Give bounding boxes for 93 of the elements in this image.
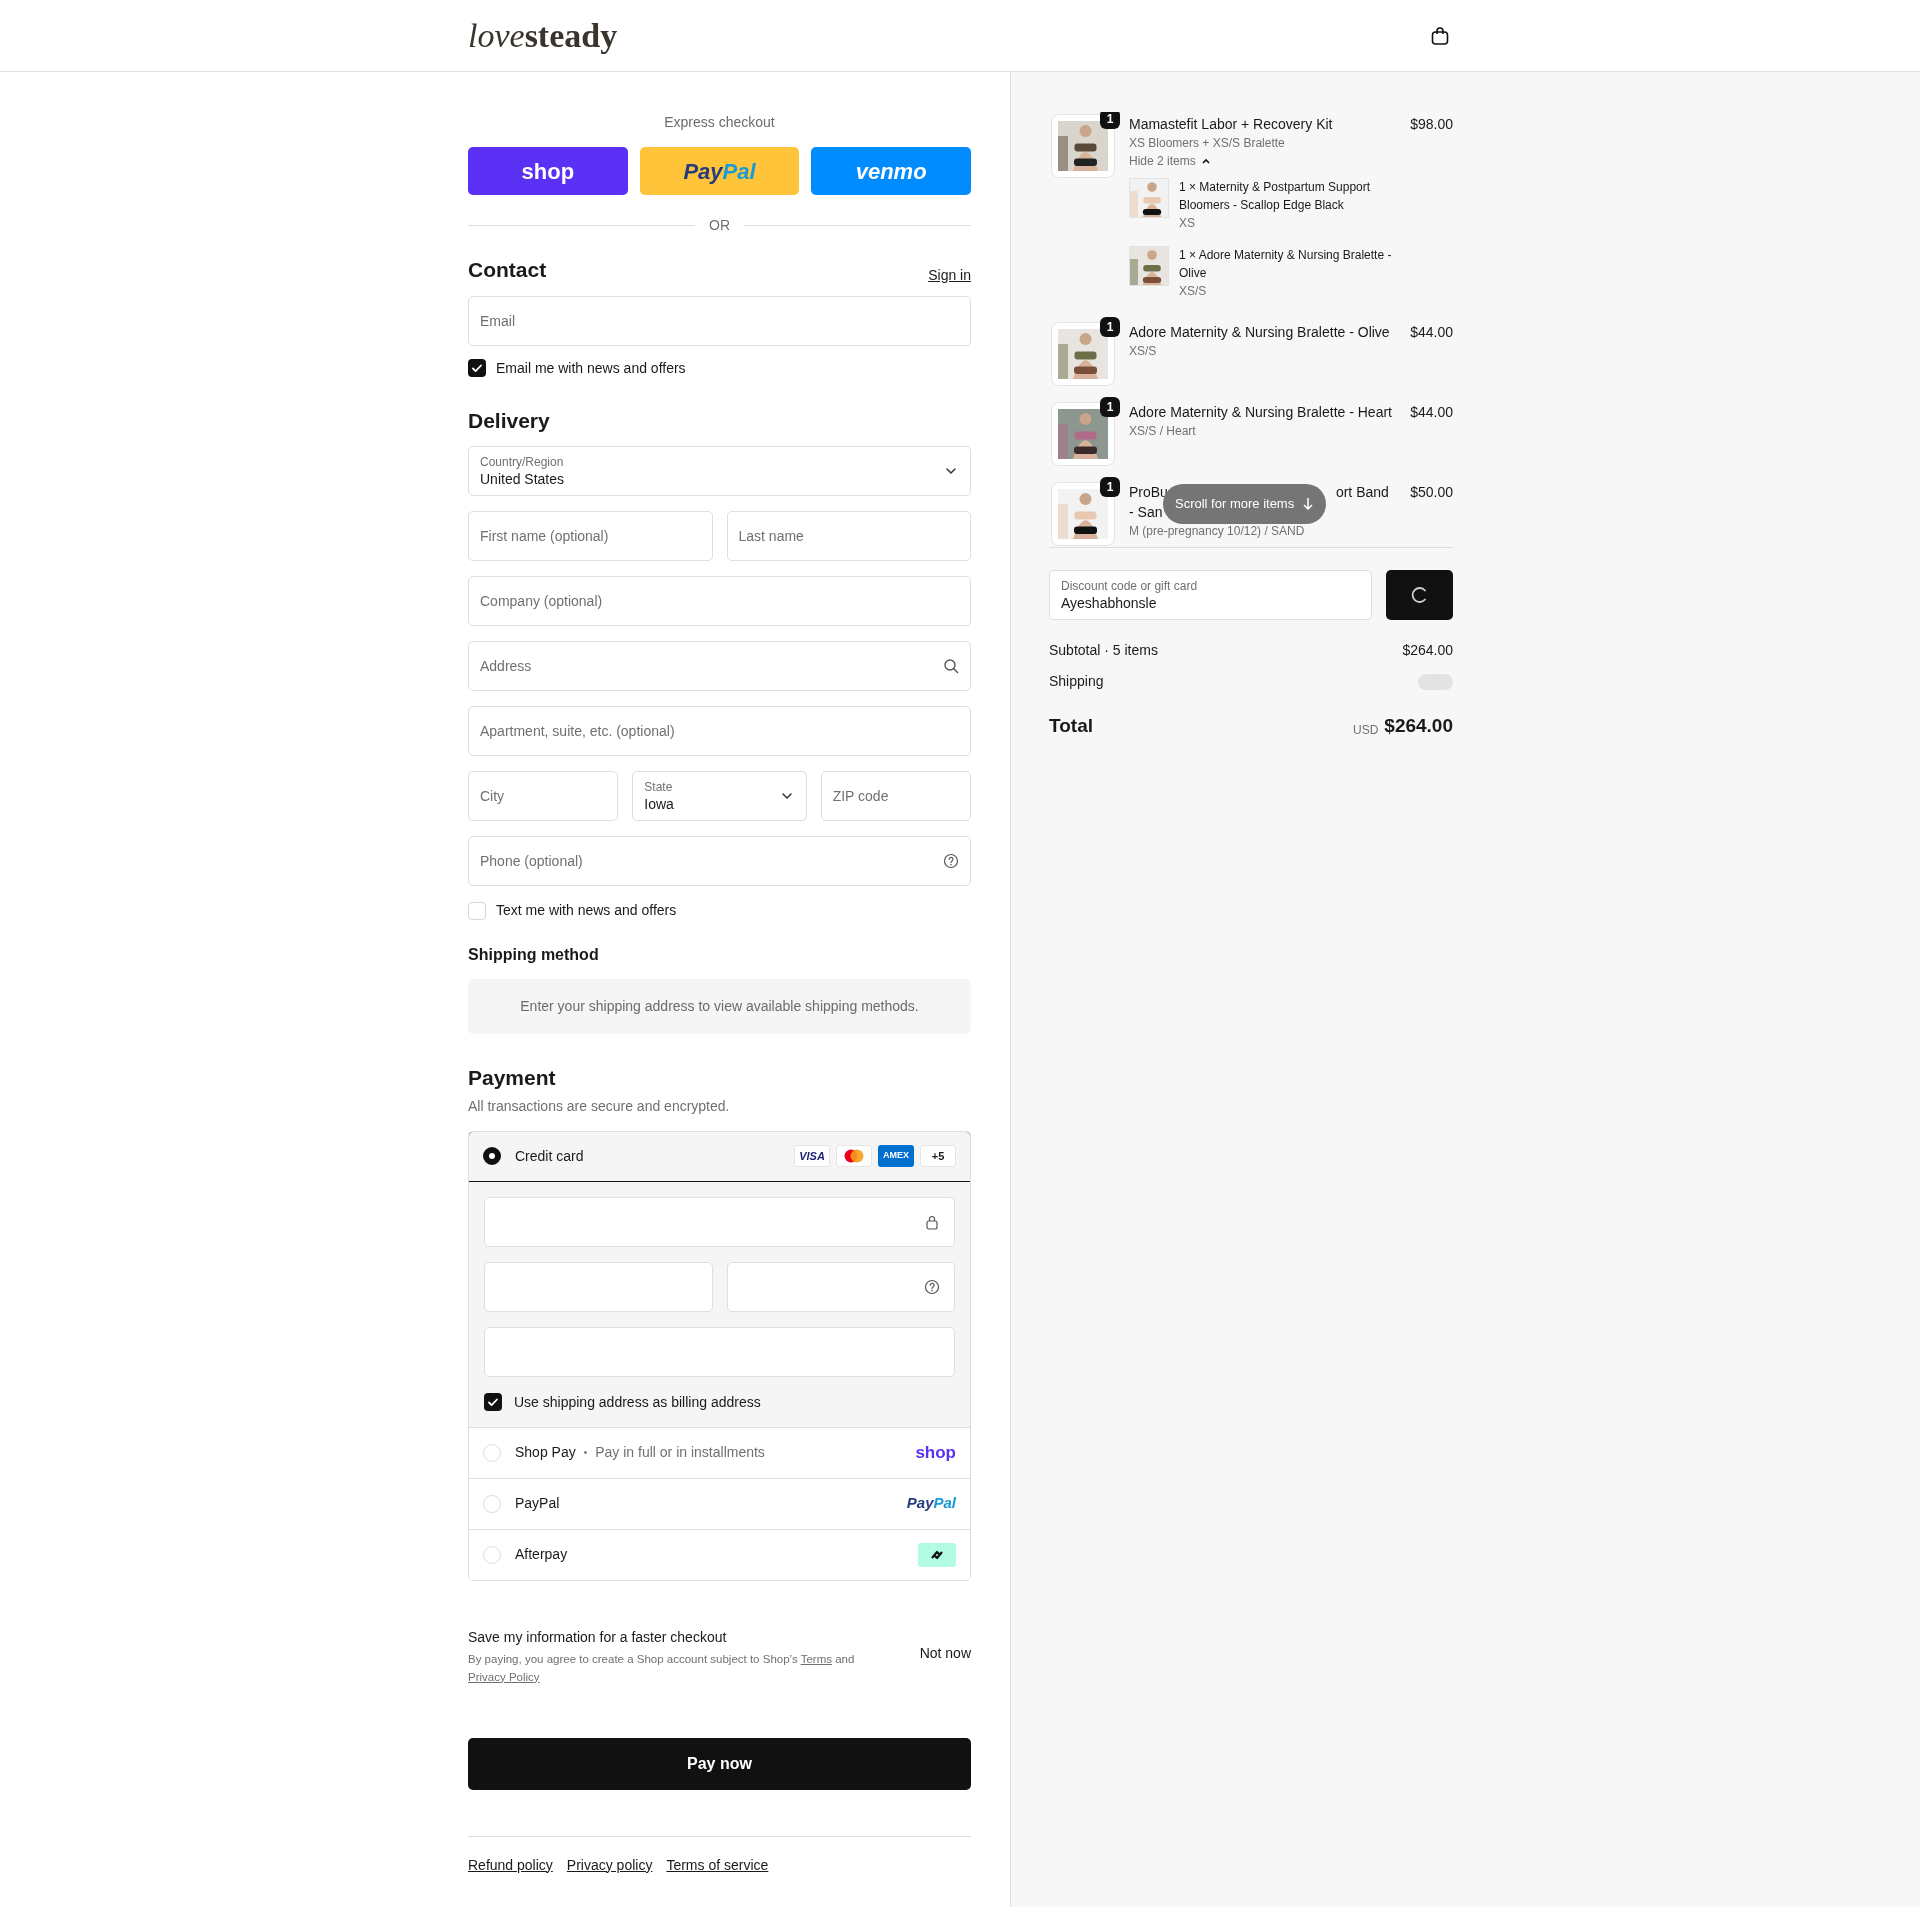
- paypal-button[interactable]: PayPal: [639, 147, 800, 195]
- product-price: $44.00: [1410, 323, 1453, 342]
- toggle-link[interactable]: Hide 2 items: [1129, 152, 1212, 170]
- section-heading: Payment: [468, 1065, 557, 1091]
- product-variant: XS/S: [1129, 343, 1157, 360]
- section-heading: Delivery: [468, 407, 551, 434]
- pay-now-button[interactable]: Pay now: [468, 1737, 971, 1790]
- input-field[interactable]: [726, 1261, 955, 1312]
- total-value: $264.00: [1384, 714, 1453, 738]
- input-field[interactable]: Company (optional): [468, 576, 971, 626]
- option-note: Pay in full or in installments: [595, 1443, 766, 1462]
- input-field[interactable]: Email: [468, 295, 971, 346]
- product-variant: M (pre-pregnancy 10/12) / SAND: [1129, 523, 1305, 540]
- payment-option[interactable]: Credit card VISA AMEX +5: [469, 1131, 970, 1182]
- input-field[interactable]: First name (optional): [468, 511, 713, 561]
- info-message: Enter your shipping address to view available shipping methods.: [468, 979, 971, 1034]
- summary-value: $264.00: [1402, 641, 1453, 660]
- section-subtitle: All transactions are secure and encrypted.: [468, 1096, 731, 1116]
- checkbox-label: Email me with news and offers: [496, 358, 686, 378]
- option-label: Afterpay: [515, 1545, 569, 1564]
- checkbox-label: Text me with news and offers: [496, 901, 677, 920]
- help-icon: [924, 1278, 940, 1295]
- product-price: $98.00: [1410, 115, 1453, 134]
- privacy-policy-link[interactable]: Privacy Policy: [468, 1670, 540, 1683]
- input-field[interactable]: Apartment, suite, etc. (optional): [468, 706, 971, 756]
- quantity-badge: 1: [1100, 112, 1120, 129]
- product-name: Adore Maternity & Nursing Bralette - Olive: [1129, 323, 1390, 342]
- terms-link[interactable]: Terms: [800, 1652, 832, 1665]
- option-label: PayPal: [515, 1494, 561, 1513]
- product-price: $50.00: [1410, 483, 1453, 502]
- shop-pay-logo: shop: [915, 1441, 956, 1464]
- product-name: Adore Maternity & Nursing Bralette - Heart: [1129, 403, 1392, 422]
- separator-dot: •: [583, 1446, 588, 1460]
- quantity-badge: 1: [1100, 397, 1120, 417]
- afterpay-icon: [918, 1542, 956, 1567]
- more-cards-badge: +5: [920, 1145, 956, 1167]
- radio-button[interactable]: [483, 1147, 501, 1165]
- arrow-down-icon: [1302, 497, 1315, 511]
- option-label: Shop Pay: [515, 1443, 576, 1462]
- card-brand-badge: AMEX: [878, 1145, 914, 1167]
- checkbox[interactable]: [468, 359, 486, 377]
- footer-link[interactable]: Refund policy: [468, 1854, 553, 1876]
- not-now-button[interactable]: Not now: [919, 1642, 971, 1664]
- quantity-badge: 1: [1100, 477, 1120, 497]
- input-field[interactable]: Last name: [726, 511, 971, 561]
- footer-link[interactable]: Privacy policy: [566, 1854, 653, 1876]
- section-heading: Shipping method: [468, 945, 600, 965]
- product-price: $44.00: [1410, 403, 1453, 422]
- total-label: Total: [1049, 714, 1093, 738]
- apply-button[interactable]: [1386, 570, 1453, 620]
- summary-label: Subtotal · 5 items: [1049, 641, 1158, 660]
- input-field[interactable]: [484, 1196, 955, 1247]
- component-name: 1 × Adore Maternity & Nursing Bralette - Olive: [1179, 247, 1393, 282]
- select-field: Country/Region United States: [468, 446, 971, 496]
- component-name: 1 × Maternity & Postpartum Support Bloomers - Scallop Edge Black: [1179, 179, 1372, 214]
- product-name: - San: [1129, 503, 1163, 522]
- legal-text: By paying, you agree to create a Shop account subject to Shop’s Terms and Privacy Policy: [468, 1651, 856, 1685]
- product-variant: XS/S: [1179, 283, 1207, 300]
- save-info-title: Save my information for a faster checkout: [468, 1627, 728, 1647]
- payment-option[interactable]: Afterpay: [469, 1528, 970, 1580]
- footer-link[interactable]: Terms of service: [666, 1854, 769, 1876]
- quantity-badge: 1: [1100, 317, 1120, 337]
- product-variant: XS: [1179, 215, 1195, 232]
- input-field[interactable]: Phone (optional): [468, 836, 971, 886]
- lock-icon: [924, 1213, 940, 1230]
- checkbox-label: Use shipping address as billing address: [514, 1392, 761, 1412]
- divider-label: OR: [709, 216, 730, 235]
- section-heading: Contact: [468, 257, 547, 283]
- paypal-logo: PayPal: [906, 1493, 956, 1514]
- logo[interactable]: lovesteady: [468, 18, 618, 53]
- checkbox[interactable]: [484, 1393, 502, 1411]
- card-brand-badge: VISA: [794, 1145, 830, 1167]
- input-field[interactable]: Address: [468, 641, 971, 691]
- input-field[interactable]: Discount code or gift card Ayeshabhonsle: [1049, 570, 1372, 620]
- summary-label: Shipping: [1049, 672, 1104, 691]
- product-name: Mamastefit Labor + Recovery Kit: [1129, 115, 1333, 134]
- option-label: Credit card: [515, 1146, 585, 1166]
- sign-in-link[interactable]: Sign in: [928, 264, 971, 286]
- shop-pay-button[interactable]: shop: [468, 147, 628, 195]
- input-field[interactable]: ZIP code: [820, 771, 971, 821]
- product-name: ort Band: [1335, 483, 1389, 502]
- product-variant: XS Bloomers + XS/S Bralette: [1129, 135, 1285, 152]
- select-field: State Iowa: [632, 771, 807, 821]
- input-field[interactable]: [484, 1261, 713, 1312]
- currency-label: USD: [1352, 721, 1379, 739]
- checkbox[interactable]: [468, 901, 486, 920]
- mastercard-icon: [836, 1145, 872, 1167]
- input-field[interactable]: City: [468, 771, 619, 821]
- product-variant: XS/S / Heart: [1129, 423, 1196, 440]
- search-icon: [943, 658, 959, 674]
- section-title: Express checkout: [663, 113, 776, 132]
- input-field[interactable]: [484, 1326, 955, 1377]
- help-icon: [943, 853, 959, 869]
